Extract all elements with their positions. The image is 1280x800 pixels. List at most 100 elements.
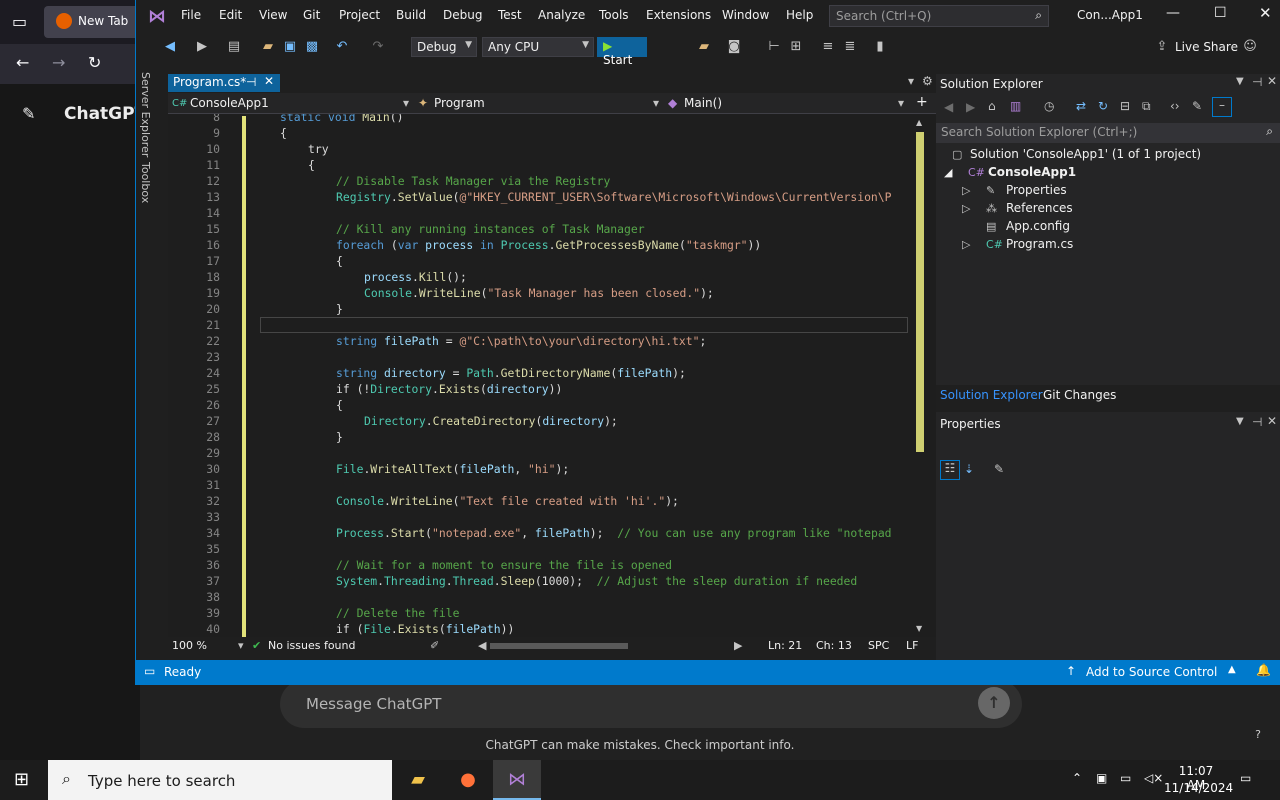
hierarchy-icon[interactable]: ⊢ [766, 39, 782, 55]
pin-panel-icon[interactable]: ⊣ [1252, 75, 1262, 89]
pin-icon[interactable]: ⊣ [246, 75, 256, 89]
expand-properties-icon[interactable]: ▷ [962, 184, 970, 197]
code-line[interactable]: 13 Registry.SetValue(@"HKEY_CURRENT_USER\… [168, 189, 908, 205]
taskbar-search[interactable]: ⌕ Type here to search [48, 760, 392, 800]
expand-program-icon[interactable]: ▷ [962, 238, 970, 251]
code-editor[interactable]: 8 static void Main() 9{10 try 11{12// Disabl… [168, 114, 936, 637]
tree-icon[interactable]: ⊞ [788, 39, 804, 55]
back-icon[interactable]: ← [16, 53, 29, 72]
nav-project[interactable]: ConsoleApp1 [190, 96, 269, 110]
issues-status[interactable]: No issues found [268, 639, 355, 652]
tray-app-icon[interactable]: ▣ [1096, 771, 1107, 785]
nav-member[interactable]: Main() [684, 96, 722, 110]
add-to-source-control[interactable]: Add to Source Control [1086, 665, 1217, 679]
camera-icon[interactable]: ◙ [726, 39, 742, 55]
toolbox-tab[interactable]: Toolbox [139, 162, 152, 203]
code-line[interactable]: 32 Console.WriteLine("Text file created w… [168, 493, 908, 509]
code-line[interactable]: 40 if (File.Exists(filePath)) [168, 621, 908, 637]
nav-class[interactable]: Program [434, 96, 485, 110]
nav-project-dropdown-icon[interactable]: ▾ [403, 96, 409, 110]
menu-file[interactable]: File [181, 8, 201, 22]
forward-nav-icon[interactable]: ▶ [194, 39, 210, 55]
props-pin-icon[interactable]: ⊣ [1252, 415, 1262, 429]
doc-tab-program-cs[interactable]: Program.cs* ⊣ ✕ [168, 74, 280, 92]
code-line[interactable]: 33 [168, 509, 908, 525]
nav-member-dropdown-icon[interactable]: ▾ [898, 96, 904, 110]
tree-solution-root[interactable]: Solution 'ConsoleApp1' (1 of 1 project) [970, 147, 1201, 161]
tab-solution-explorer[interactable]: Solution Explorer [940, 388, 1043, 402]
menu-debug[interactable]: Debug [443, 8, 482, 22]
props-close-icon[interactable]: ✕ [1267, 414, 1277, 428]
menu-edit[interactable]: Edit [219, 8, 242, 22]
start-button[interactable]: ▶ Start [597, 37, 647, 67]
hscroll-left-icon[interactable]: ◀ [478, 639, 486, 652]
network-icon[interactable]: ▭ [1120, 771, 1131, 785]
tab-git-changes[interactable]: Git Changes [1043, 388, 1116, 402]
save-icon[interactable]: ▣ [282, 39, 298, 55]
server-explorer-tab[interactable]: Server Explorer [139, 72, 152, 157]
menu-test[interactable]: Test [498, 8, 522, 22]
bookmark-icon[interactable]: ▮ [872, 39, 888, 55]
code-line[interactable]: 31 [168, 477, 908, 493]
back-nav-icon[interactable]: ◀ [162, 39, 178, 55]
home-icon[interactable]: ⌂ [988, 99, 996, 113]
code-line[interactable]: 37 System.Threading.Thread.Sleep(1000); /… [168, 573, 908, 589]
sol-back-icon[interactable]: ◀ [944, 100, 953, 114]
maximize-icon[interactable]: ☐ [1214, 5, 1227, 21]
menu-build[interactable]: Build [396, 8, 426, 22]
solution-search-input[interactable]: Search Solution Explorer (Ctrl+;) ⌕ [936, 123, 1280, 143]
platform-dropdown[interactable]: Any CPU ▼ [482, 37, 594, 57]
code-line[interactable]: 29 [168, 445, 908, 461]
code-line[interactable]: 28} [168, 429, 908, 445]
menu-window[interactable]: Window [722, 8, 769, 22]
pending-changes-icon[interactable]: ◷ [1044, 99, 1054, 113]
tree-item-properties[interactable]: Properties [1006, 183, 1067, 197]
properties-wrench-icon[interactable]: ✎ [1192, 99, 1202, 113]
code-line[interactable]: 8 static void Main() [168, 114, 908, 125]
code-line[interactable]: 19 Console.WriteLine("Task Manager has be… [168, 285, 908, 301]
source-control-dropdown-icon[interactable]: ▲ [1228, 664, 1236, 675]
preview-selected-icon[interactable]: – [1212, 97, 1232, 117]
tree-item-references[interactable]: References [1006, 201, 1073, 215]
windows-start-icon[interactable]: ⊞ [14, 769, 29, 790]
new-project-icon[interactable]: ▤ [226, 39, 242, 55]
code-line[interactable]: 23 [168, 349, 908, 365]
notification-center-icon[interactable]: ▭ [1240, 771, 1251, 785]
close-tab-icon[interactable]: ✕ [264, 74, 274, 88]
code-line[interactable]: 25 if (!Directory.Exists(directory)) [168, 381, 908, 397]
vertical-scrollbar[interactable]: ▲ ▼ [908, 114, 936, 637]
alphabetical-icon[interactable]: ⇣ [964, 462, 974, 476]
brush-icon[interactable]: ✐ [430, 639, 439, 652]
code-line[interactable]: 38 [168, 589, 908, 605]
tab-settings-icon[interactable]: ⚙ [922, 74, 933, 88]
notifications-icon[interactable]: 🔔 [1256, 663, 1271, 677]
menu-project[interactable]: Project [339, 8, 380, 22]
sol-forward-icon[interactable]: ▶ [966, 100, 975, 114]
categorized-icon[interactable]: ☷ [940, 460, 960, 480]
props-dropdown-icon[interactable]: ▼ [1236, 416, 1244, 427]
tab-list-icon[interactable]: ▭ [12, 12, 27, 31]
code-line[interactable]: 12 // Disable Task Manager via the Regist… [168, 173, 908, 189]
folder-icon[interactable]: ▰ [696, 39, 712, 55]
code-line[interactable]: 15 // Kill any running instances of Task … [168, 221, 908, 237]
reload-icon[interactable]: ↻ [88, 53, 101, 72]
property-pages-icon[interactable]: ✎ [994, 462, 1004, 476]
visual-studio-taskbar-icon[interactable]: ⋈ [493, 760, 541, 800]
minimize-icon[interactable]: — [1166, 5, 1180, 21]
code-line[interactable]: 9{ [168, 125, 908, 141]
firefox-taskbar-icon[interactable]: ● [444, 760, 492, 800]
code-line[interactable]: 26 { [168, 397, 908, 413]
tree-item-app-config[interactable]: App.config [1006, 219, 1070, 233]
send-button[interactable]: ↑ [978, 687, 1010, 719]
menu-tools[interactable]: Tools [599, 8, 629, 22]
scrollbar-thumb[interactable] [916, 132, 924, 452]
close-panel-icon[interactable]: ✕ [1267, 74, 1277, 88]
code-line[interactable]: 27 Directory.CreateDirectory(directory); [168, 413, 908, 429]
indent-icon[interactable]: ≡ [820, 39, 836, 55]
code-line[interactable]: 30 File.WriteAllText(filePath, "hi"); [168, 461, 908, 477]
code-line[interactable]: 34 Process.Start("notepad.exe", filePath)… [168, 525, 908, 541]
code-line[interactable]: 11 { [168, 157, 908, 173]
hscroll-thumb[interactable] [490, 643, 628, 649]
tree-item-program-cs[interactable]: Program.cs [1006, 237, 1073, 251]
collapse-all-icon[interactable]: ⊟ [1120, 99, 1130, 113]
